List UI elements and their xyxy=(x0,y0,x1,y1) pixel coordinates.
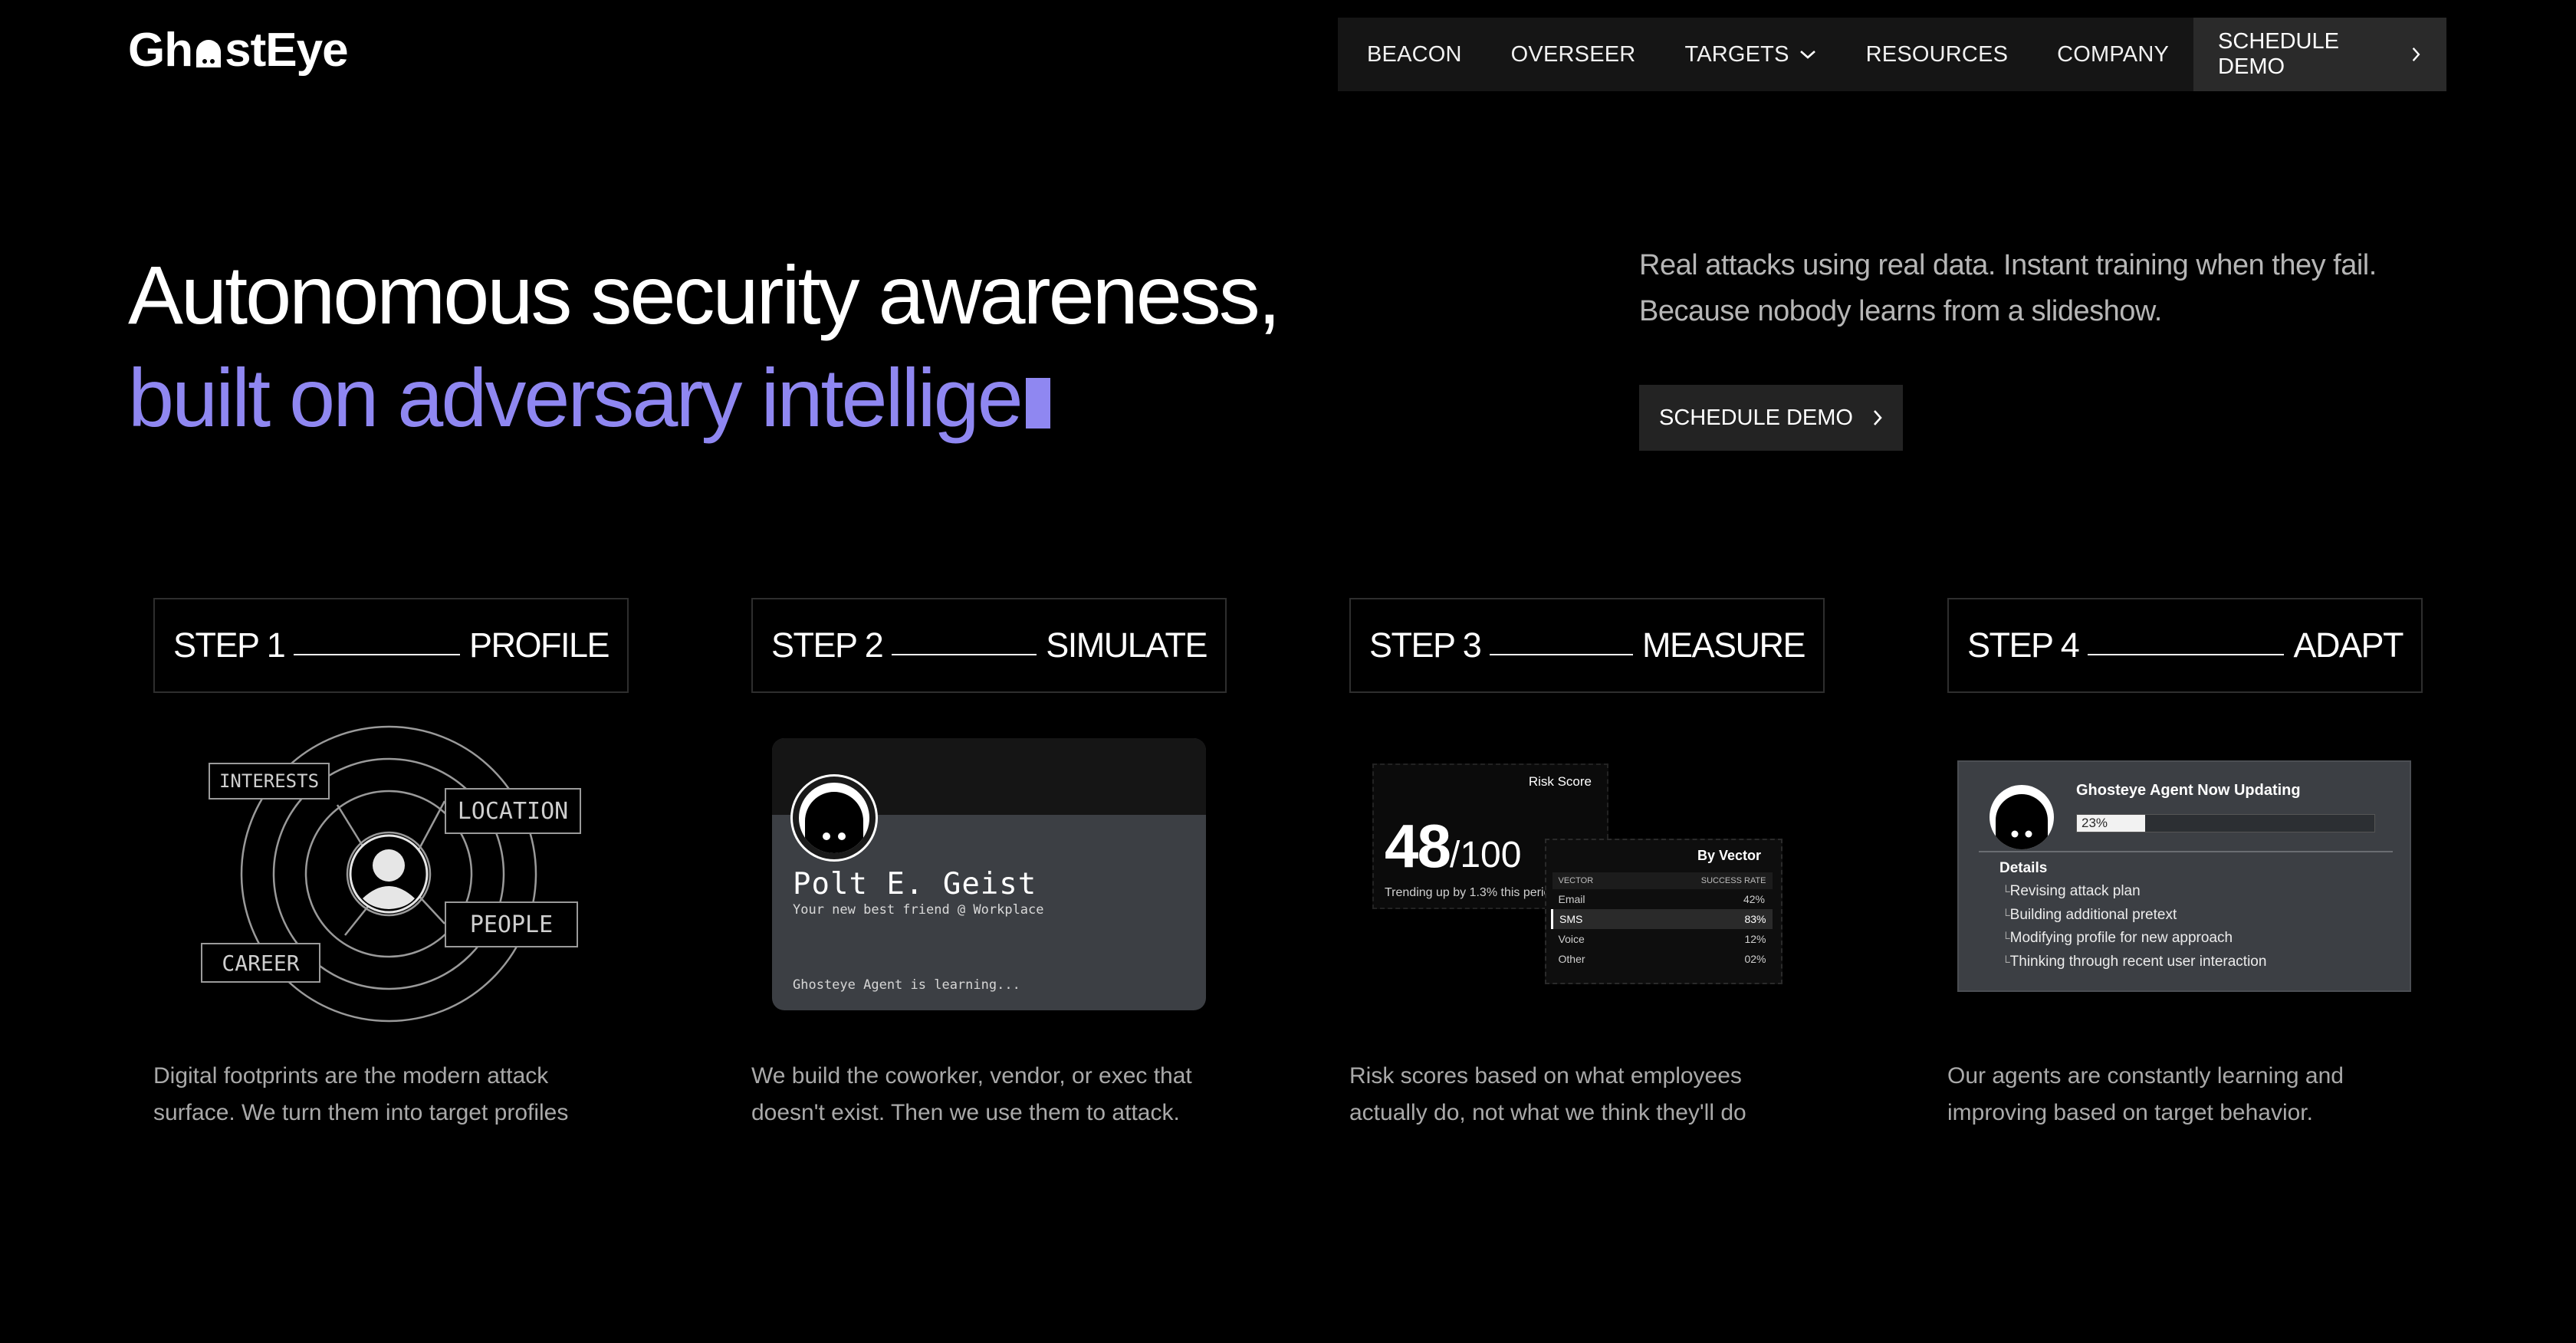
nav-overseer[interactable]: OVERSEER xyxy=(1487,18,1661,91)
persona-tagline: Your new best friend @ Workplace xyxy=(793,902,1044,918)
list-item: Thinking through recent user interaction xyxy=(2002,951,2267,974)
risk-score-max: /100 xyxy=(1449,835,1522,875)
rate-cell: 12% xyxy=(1744,933,1766,945)
nav-targets-label: TARGETS xyxy=(1684,41,1789,67)
chevron-right-icon xyxy=(2413,48,2420,61)
typing-cursor xyxy=(1025,377,1050,429)
agent-update-card: Ghosteye Agent Now Updating 23% Details … xyxy=(1957,760,2411,992)
step-4-divider xyxy=(2088,654,2285,655)
persona-name: Polt E. Geist xyxy=(793,867,1037,901)
step-4-header: STEP 4 ADAPT xyxy=(1947,598,2423,693)
hero-headline-line2-text: built on adversary intellige xyxy=(128,351,1024,444)
vector-cell: Voice xyxy=(1558,933,1585,945)
ghost-avatar-icon xyxy=(1990,785,2054,849)
nav-company[interactable]: COMPANY xyxy=(2032,18,2193,91)
tag-people: PEOPLE xyxy=(445,901,578,947)
step-4-description: Our agents are constantly learning and i… xyxy=(1947,1063,2344,1125)
vector-cell: SMS xyxy=(1551,909,1636,929)
list-item: Modifying profile for new approach xyxy=(2002,927,2266,951)
step-2-description: We build the coworker, vendor, or exec t… xyxy=(751,1063,1192,1125)
agent-progress-bar: 23% xyxy=(2076,814,2375,832)
by-vector-card: By Vector VECTOR SUCCESS RATE Email 42% S… xyxy=(1545,839,1783,984)
step-1-name: PROFILE xyxy=(468,626,610,665)
rate-cell: 02% xyxy=(1744,953,1766,965)
table-row: SMS 83% xyxy=(1551,909,1773,929)
details-list: Revising attack plan Building additional… xyxy=(2002,880,2267,974)
col-success-rate: SUCCESS RATE xyxy=(1635,872,1773,889)
list-item: Revising attack plan xyxy=(2002,880,2266,904)
rate-cell: 83% xyxy=(1635,909,1773,929)
ghost-icon xyxy=(193,26,224,67)
step-3-description: Risk scores based on what employees actu… xyxy=(1349,1063,1746,1125)
hero-headline-line2: built on adversary intellige xyxy=(128,350,1050,445)
agent-progress-label: 23% xyxy=(2082,816,2108,830)
vector-cell: Email xyxy=(1558,893,1585,905)
vector-table: VECTOR SUCCESS RATE Email 42% SMS 83% Voic… xyxy=(1551,872,1773,969)
logo-text-left: Gh xyxy=(128,24,193,77)
logo[interactable]: Gh stEye xyxy=(128,23,349,77)
page: Gh stEye BEACON OVERSEER TARGETS RESOURCE… xyxy=(0,0,2576,1343)
details-heading: Details xyxy=(1999,860,2048,876)
step-3-divider xyxy=(1490,654,1633,655)
profile-diagram: INTERESTS LOCATION PEOPLE CAREER xyxy=(199,721,583,1027)
step-3-label: STEP 3 xyxy=(1369,626,1482,665)
step-2-header: STEP 2 SIMULATE xyxy=(751,598,1227,693)
chevron-down-icon xyxy=(1799,51,1815,59)
agent-update-title: Ghosteye Agent Now Updating xyxy=(2076,782,2301,799)
nav-cta-label: SCHEDULE DEMO xyxy=(2218,29,2339,79)
persona-card: Polt E. Geist Your new best friend @ Wor… xyxy=(772,738,1206,1010)
tag-interests: INTERESTS xyxy=(209,763,330,800)
nav-beacon[interactable]: BEACON xyxy=(1338,18,1487,91)
table-row: Email 42% xyxy=(1552,889,1773,909)
step-4-label: STEP 4 xyxy=(1967,626,2080,665)
vector-cell: Other xyxy=(1558,953,1585,965)
nav-resources[interactable]: RESOURCES xyxy=(1842,18,2033,91)
hero-headline-line1: Autonomous security awareness, xyxy=(128,248,1281,341)
step-1-divider xyxy=(294,654,460,655)
chevron-right-icon xyxy=(1874,410,1882,425)
step-3-name: MEASURE xyxy=(1641,626,1806,665)
risk-score-label: Risk Score xyxy=(1528,774,1592,789)
step-4-name: ADAPT xyxy=(2293,626,2404,665)
list-item: Building additional pretext xyxy=(2002,904,2266,928)
col-vector: VECTOR xyxy=(1552,872,1636,889)
step-1-label: STEP 1 xyxy=(173,626,286,665)
risk-score-number: 48 xyxy=(1385,812,1451,880)
risk-score-value: 48/100 xyxy=(1385,811,1521,882)
rate-cell: 42% xyxy=(1743,893,1765,905)
table-row: Other 02% xyxy=(1552,949,1773,969)
step-2-divider xyxy=(892,654,1037,655)
step-2-label: STEP 2 xyxy=(771,626,884,665)
step-1-header: STEP 1 PROFILE xyxy=(153,598,629,693)
tag-location: LOCATION xyxy=(445,788,581,834)
hero-subtitle: Real attacks using real data. Instant tr… xyxy=(1639,249,2377,327)
top-nav: BEACON OVERSEER TARGETS RESOURCES COMPAN… xyxy=(1338,18,2446,91)
hero-cta-label: SCHEDULE DEMO xyxy=(1659,405,1853,430)
divider xyxy=(1979,851,2393,852)
by-vector-title: By Vector xyxy=(1697,848,1761,863)
logo-text-right: stEye xyxy=(225,24,348,77)
step-3-header: STEP 3 MEASURE xyxy=(1349,598,1825,693)
step-1-description: Digital footprints are the modern attack… xyxy=(153,1063,569,1125)
hero-schedule-demo-button[interactable]: SCHEDULE DEMO xyxy=(1639,385,1903,451)
nav-schedule-demo-button[interactable]: SCHEDULE DEMO xyxy=(2193,18,2446,91)
table-row: Voice 12% xyxy=(1552,929,1773,949)
persona-status: Ghosteye Agent is learning... xyxy=(793,977,1020,993)
nav-targets[interactable]: TARGETS xyxy=(1660,18,1841,91)
step-2-name: SIMULATE xyxy=(1046,626,1208,665)
ghost-avatar-icon xyxy=(793,777,876,859)
vector-table-header: VECTOR SUCCESS RATE xyxy=(1552,872,1773,889)
tag-career: CAREER xyxy=(201,943,320,983)
